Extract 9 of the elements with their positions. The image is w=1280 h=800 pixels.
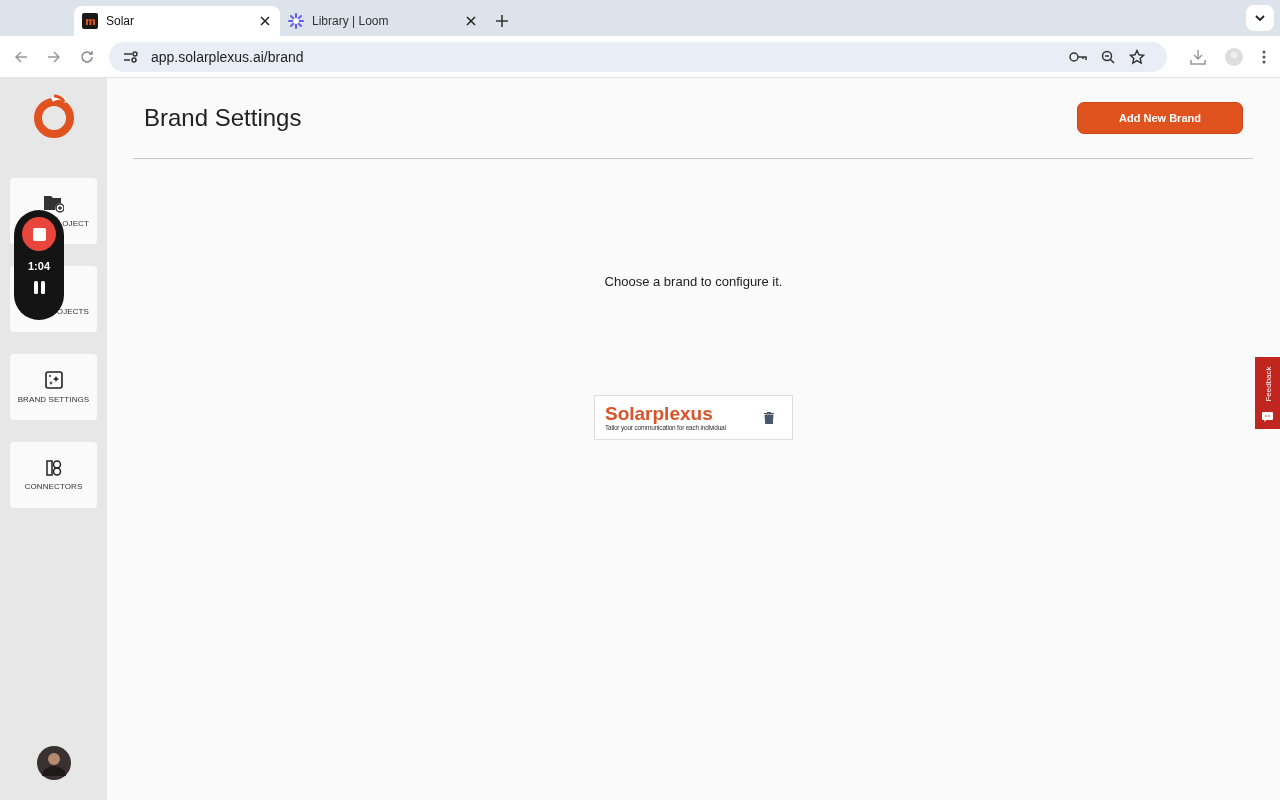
sidebar-label: CONNECTORS (24, 481, 83, 491)
sidebar-label: OJECTS (56, 306, 89, 316)
recording-time: 1:04 (28, 260, 50, 272)
brand-logo-text: Solarplexus (605, 404, 714, 424)
url-text: app.solarplexus.ai/brand (151, 48, 304, 65)
sidebar-label: OJECT (62, 218, 89, 228)
sidebar-label: BRAND SETTINGS (17, 394, 90, 404)
instruction-text: Choose a brand to configure it. (604, 274, 783, 289)
page-title: Brand Settings (144, 104, 302, 132)
